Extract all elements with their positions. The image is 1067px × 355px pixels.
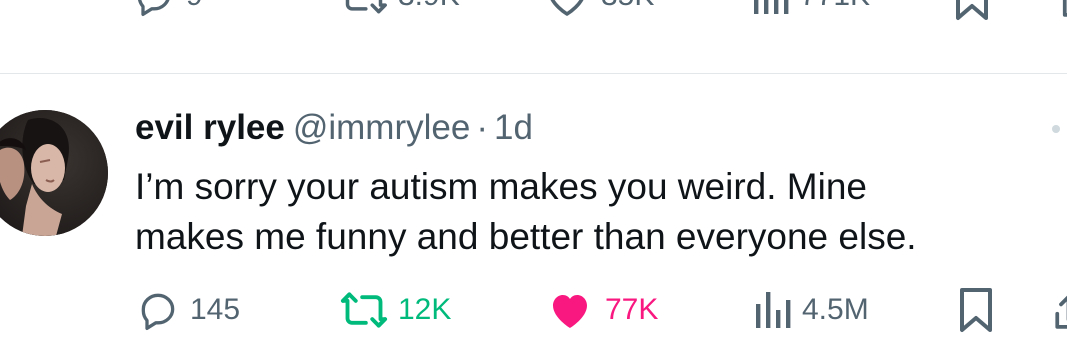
bookmark-icon: [956, 0, 988, 20]
avatar[interactable]: [0, 110, 108, 236]
user-handle[interactable]: @immrylee: [293, 108, 470, 147]
like-count: 77K: [605, 293, 659, 326]
previous-tweet-actions: 9 3.9K 35K 771K: [0, 0, 1067, 26]
heart-icon: [553, 295, 587, 328]
retweet-count: 12K: [398, 293, 452, 326]
share-icon: [1062, 0, 1067, 17]
previous-bookmark-button[interactable]: [954, 0, 990, 22]
retweet-icon: [340, 292, 388, 328]
reply-icon: [141, 293, 175, 330]
view-count: 4.5M: [802, 293, 869, 326]
tweet-divider: [0, 73, 1067, 74]
reply-button[interactable]: 145: [136, 288, 240, 332]
tweet-header: evil rylee @immrylee · 1d: [135, 106, 533, 150]
previous-reply-button[interactable]: 9: [132, 0, 203, 18]
views-icon: [754, 0, 789, 14]
reply-count: 145: [190, 293, 241, 326]
tweet-actions: 145 12K 77K 4.5M: [0, 286, 1067, 336]
avatar-photo: [0, 110, 108, 236]
more-options-icon[interactable]: [1052, 125, 1060, 133]
heart-icon: [550, 0, 584, 16]
retweet-button[interactable]: 12K: [340, 288, 451, 332]
header-separator: ·: [476, 108, 488, 147]
share-icon: [1055, 295, 1067, 329]
tweet-text: I’m sorry your autism makes you weird. M…: [135, 162, 1055, 262]
previous-view-count: 771K: [800, 0, 870, 13]
previous-views-button[interactable]: 771K: [750, 0, 870, 18]
like-button[interactable]: 77K: [545, 288, 658, 332]
previous-reply-count: 9: [186, 0, 203, 13]
retweet-icon: [345, 0, 387, 14]
bookmark-icon: [960, 288, 992, 332]
tweet-age[interactable]: 1d: [494, 108, 533, 147]
tweet-text-line: makes me funny and better than everyone …: [135, 216, 917, 257]
display-name[interactable]: evil rylee: [135, 108, 285, 147]
previous-retweet-button[interactable]: 3.9K: [340, 0, 460, 18]
views-icon: [756, 292, 791, 328]
reply-icon: [137, 0, 170, 16]
previous-retweet-count: 3.9K: [398, 0, 460, 13]
previous-share-button[interactable]: [1046, 0, 1067, 22]
share-button[interactable]: [1046, 286, 1067, 334]
views-button[interactable]: 4.5M: [752, 288, 869, 332]
previous-like-button[interactable]: 35K: [543, 0, 654, 18]
tweet-text-line: I’m sorry your autism makes you weird. M…: [135, 166, 867, 207]
previous-like-count: 35K: [601, 0, 654, 13]
bookmark-button[interactable]: [958, 286, 994, 334]
